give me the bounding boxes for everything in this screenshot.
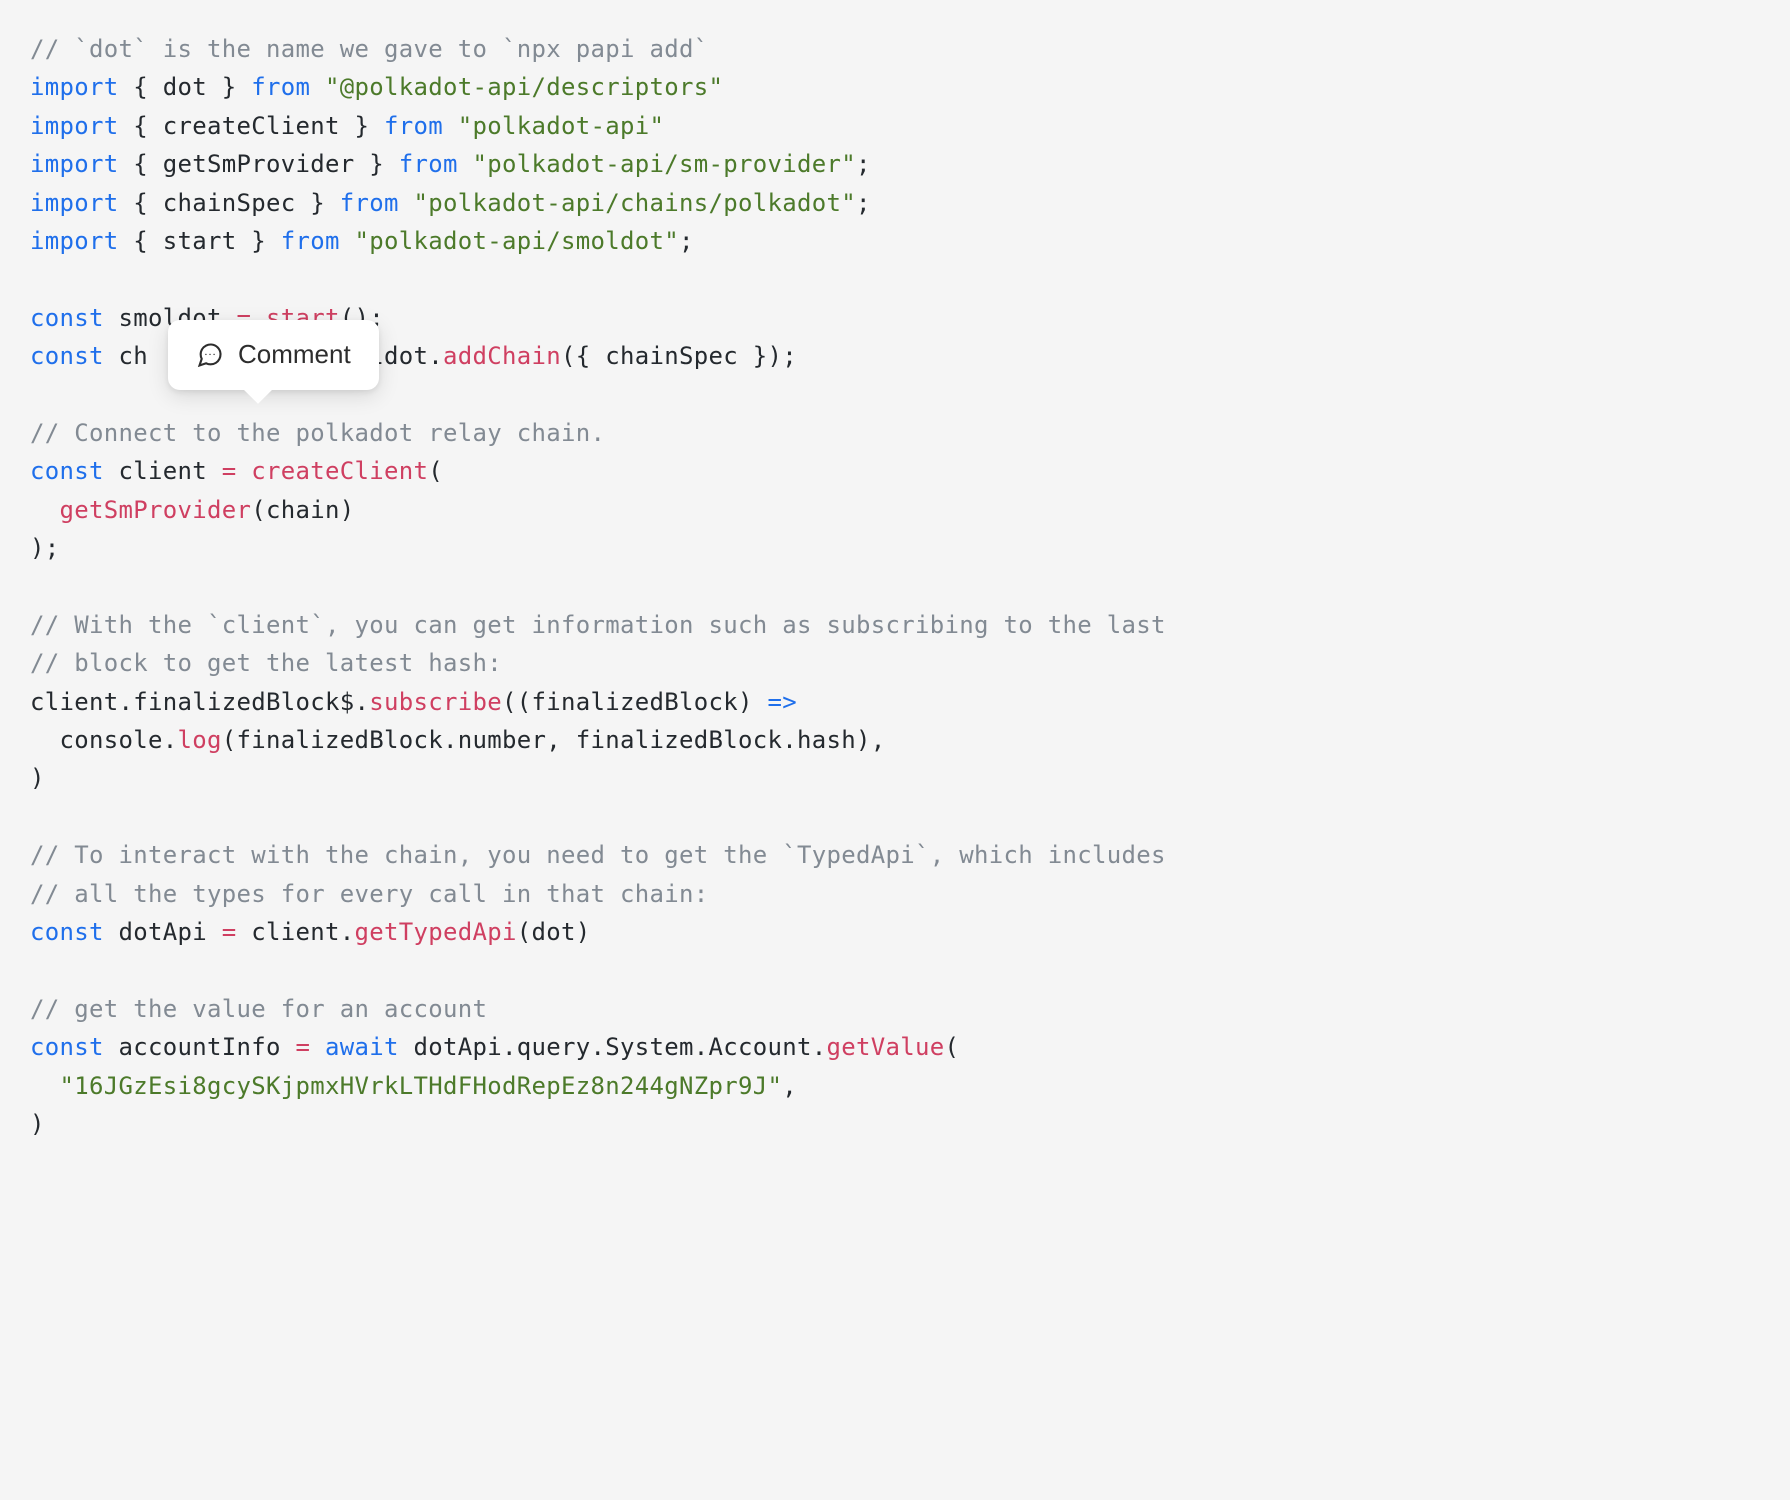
code-string: "polkadot-api/sm-provider"	[473, 150, 856, 178]
code-fn: log	[178, 726, 222, 754]
code-keyword: from	[281, 227, 340, 255]
code-keyword: from	[399, 150, 458, 178]
code-prop: Account	[709, 1033, 812, 1061]
code-var: client	[119, 457, 208, 485]
code-keyword: const	[30, 918, 104, 946]
code-keyword: import	[30, 150, 119, 178]
code-block: // `dot` is the name we gave to `npx pap…	[30, 30, 1760, 1143]
code-keyword: const	[30, 457, 104, 485]
code-comment: // With the `client`, you can get inform…	[30, 611, 1166, 639]
code-var: chainSpec	[605, 342, 738, 370]
code-fn: subscribe	[369, 688, 502, 716]
code-prop: hash	[797, 726, 856, 754]
code-keyword: const	[30, 304, 104, 332]
code-keyword: const	[30, 342, 104, 370]
code-prop: finalizedBlock$	[133, 688, 354, 716]
code-keyword: await	[325, 1033, 399, 1061]
code-comment: // block to get the latest hash:	[30, 649, 502, 677]
code-keyword: from	[384, 112, 443, 140]
comment-tooltip-label: Comment	[238, 334, 351, 376]
code-var: dotApi	[414, 1033, 503, 1061]
code-var: accountInfo	[119, 1033, 281, 1061]
code-string: "polkadot-api/smoldot"	[355, 227, 679, 255]
code-fn: createClient	[251, 457, 428, 485]
code-symbol: createClient	[163, 112, 340, 140]
code-string: "polkadot-api"	[458, 112, 665, 140]
code-comment: // `dot` is the name we gave to `npx pap…	[30, 35, 708, 63]
code-keyword: import	[30, 112, 119, 140]
code-keyword: const	[30, 1033, 104, 1061]
code-var: finalizedBlock	[532, 688, 739, 716]
code-symbol: dot	[163, 73, 207, 101]
code-fn: addChain	[443, 342, 561, 370]
code-string: "16JGzEsi8gcySKjpmxHVrkLTHdFHodRepEz8n24…	[60, 1072, 783, 1100]
code-string: "@polkadot-api/descriptors"	[325, 73, 723, 101]
code-var: chain	[266, 496, 340, 524]
code-symbol: chainSpec	[163, 189, 296, 217]
code-comment: // get the value for an account	[30, 995, 487, 1023]
code-prop: query	[517, 1033, 591, 1061]
code-var: ch	[119, 342, 149, 370]
code-keyword: import	[30, 73, 119, 101]
code-var: dot	[532, 918, 576, 946]
code-comment: // Connect to the polkadot relay chain.	[30, 419, 605, 447]
code-var: finalizedBlock	[237, 726, 444, 754]
code-var: console	[60, 726, 163, 754]
code-prop: number	[458, 726, 547, 754]
code-keyword: import	[30, 189, 119, 217]
code-comment: // To interact with the chain, you need …	[30, 841, 1166, 869]
code-fn: getSmProvider	[60, 496, 252, 524]
code-comment: // all the types for every call in that …	[30, 880, 708, 908]
code-var: dotApi	[119, 918, 208, 946]
code-keyword: import	[30, 227, 119, 255]
code-symbol: start	[163, 227, 237, 255]
code-keyword: from	[251, 73, 310, 101]
code-symbol: getSmProvider	[163, 150, 355, 178]
code-var: client	[251, 918, 340, 946]
comment-icon	[196, 341, 224, 369]
code-var: client	[30, 688, 119, 716]
code-fn: getTypedApi	[355, 918, 517, 946]
code-keyword: from	[340, 189, 399, 217]
comment-tooltip[interactable]: Comment	[168, 320, 379, 390]
code-var: finalizedBlock	[576, 726, 783, 754]
code-string: "polkadot-api/chains/polkadot"	[414, 189, 856, 217]
code-fn: getValue	[827, 1033, 945, 1061]
code-prop: System	[605, 1033, 694, 1061]
